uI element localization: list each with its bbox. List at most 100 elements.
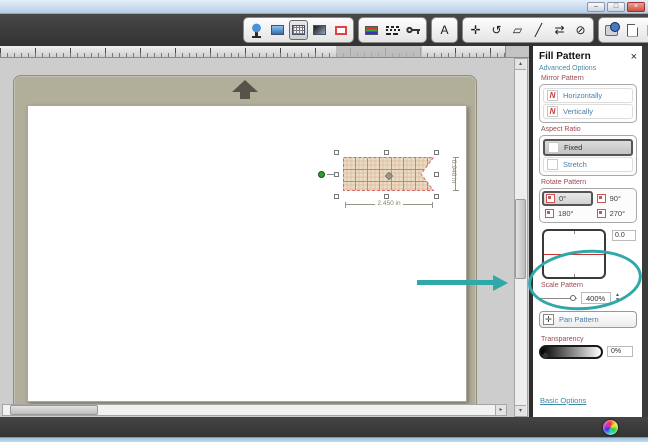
rotate-90-icon <box>597 194 606 203</box>
clock-badge-icon[interactable] <box>602 20 621 40</box>
height-dimension-label: 0.940 in <box>450 160 457 183</box>
vertical-scrollbar[interactable]: ▴ ▾ <box>514 58 528 417</box>
scale-pattern-label: Scale Pattern <box>541 282 637 289</box>
rotate-90-button[interactable]: 90° <box>594 191 635 206</box>
selection-handle[interactable] <box>434 194 439 199</box>
move-icon[interactable]: ✛ <box>466 20 485 40</box>
toolbar: A ✛ ↺ ▱ ╱ ⇄ ⊘ ✎ <box>0 14 648 46</box>
image-frame-icon[interactable] <box>644 20 648 40</box>
mirror-pattern-label: Mirror Pattern <box>541 75 637 82</box>
scale-step-down-icon[interactable]: ▼ <box>615 298 620 303</box>
canvas-area: 2.450 in 0.940 in ▸ ▴ ▾ <box>0 58 530 417</box>
rotate-0-label: 0° <box>559 194 566 203</box>
pan-pattern-label: Pan Pattern <box>559 315 599 324</box>
mirror-vertical-icon: N <box>547 106 558 117</box>
mirror-horizontally-label: Horizontally <box>563 91 602 100</box>
no-fill-swatch <box>335 26 347 35</box>
aspect-stretch-label: Stretch <box>563 160 587 169</box>
rotation-preview-row: 0.0 <box>539 229 637 279</box>
aspect-fixed-icon <box>548 142 559 153</box>
line-style-swatch <box>386 25 400 35</box>
fill-tool-group <box>243 17 354 43</box>
selection-handle[interactable] <box>334 150 339 155</box>
mirror-vertically-button[interactable]: N Vertically <box>543 104 633 119</box>
pin-icon[interactable] <box>247 20 266 40</box>
scale-pattern-row: 400% ▲ ▼ <box>539 292 637 304</box>
rotation-handle[interactable] <box>318 171 325 178</box>
fill-gradient-icon[interactable] <box>310 20 329 40</box>
mirror-pattern-group: N Horizontally N Vertically <box>539 84 637 123</box>
rotate-0-button[interactable]: 0° <box>542 191 593 206</box>
transparency-slider-thumb[interactable] <box>542 352 549 359</box>
line-color-icon[interactable] <box>362 20 381 40</box>
scale-value-field[interactable]: 400% <box>581 292 611 304</box>
toolbar-groups: A ✛ ↺ ▱ ╱ ⇄ ⊘ ✎ <box>243 17 648 43</box>
close-button[interactable]: × <box>627 2 645 12</box>
application-window: – □ × A ✛ ↺ ▱ <box>0 0 648 442</box>
horizontal-scrollbar-thumb[interactable] <box>10 405 98 415</box>
ruler-corner <box>505 46 530 57</box>
aspect-stretch-button[interactable]: Stretch <box>543 157 633 172</box>
scroll-up-icon[interactable]: ▴ <box>515 59 526 70</box>
mirror-horizontal-icon: N <box>547 90 558 101</box>
aspect-fixed-button[interactable]: Fixed <box>543 139 633 156</box>
ruler-ticks <box>0 46 530 57</box>
page-glyph <box>627 24 638 37</box>
rotate-icon[interactable]: ↺ <box>487 20 506 40</box>
basic-options-link[interactable]: Basic Options <box>540 396 586 405</box>
no-fill-icon[interactable] <box>331 20 350 40</box>
text-style-icon[interactable]: A <box>435 20 454 40</box>
scale-slider-thumb[interactable] <box>570 295 576 301</box>
panel-title: Fill Pattern <box>539 51 591 62</box>
horizontal-scrollbar[interactable]: ▸ <box>2 404 507 416</box>
transparency-slider[interactable] <box>539 345 603 359</box>
transparency-row: 0% <box>539 345 637 359</box>
selection-handle[interactable] <box>334 194 339 199</box>
no-transform-icon[interactable]: ⊘ <box>571 20 590 40</box>
shear-icon[interactable]: ▱ <box>508 20 527 40</box>
color-wheel-icon[interactable] <box>603 420 618 435</box>
horizontal-ruler <box>0 46 530 58</box>
fill-gradient-swatch <box>313 25 326 35</box>
key-glyph <box>406 25 421 35</box>
rotate-0-icon <box>546 194 555 203</box>
panel-close-icon[interactable]: × <box>631 52 637 62</box>
spacing-icon[interactable]: ⇄ <box>550 20 569 40</box>
rotation-preview-box[interactable] <box>542 229 606 279</box>
transparency-value-field[interactable]: 0% <box>607 346 633 357</box>
rotate-90-label: 90° <box>610 194 621 203</box>
line-weight-icon[interactable] <box>404 20 423 40</box>
scale-steppers: ▲ ▼ <box>615 293 620 303</box>
maximize-button[interactable]: □ <box>607 2 625 12</box>
fill-color-icon[interactable] <box>268 20 287 40</box>
selection-handle[interactable] <box>384 150 389 155</box>
aspect-fixed-label: Fixed <box>564 143 582 152</box>
transform-tool-group: ✛ ↺ ▱ ╱ ⇄ ⊘ <box>462 17 594 43</box>
pan-pattern-button[interactable]: ✛ Pan Pattern <box>539 311 637 328</box>
selected-shape-group: 2.450 in 0.940 in <box>310 146 470 221</box>
line-tool-group <box>358 17 427 43</box>
scroll-right-icon[interactable]: ▸ <box>495 405 506 415</box>
angle-value-field[interactable]: 0.0 <box>612 230 636 241</box>
pin-glyph <box>250 23 263 38</box>
page-corner-icon[interactable] <box>623 20 642 40</box>
line-color-swatch <box>365 26 378 35</box>
selection-handle[interactable] <box>434 150 439 155</box>
minimize-button[interactable]: – <box>587 2 605 12</box>
mirror-horizontally-button[interactable]: N Horizontally <box>543 88 633 103</box>
scroll-down-icon[interactable]: ▾ <box>515 405 526 416</box>
rotate-180-button[interactable]: 180° <box>542 207 593 220</box>
rotate-180-icon <box>545 209 554 218</box>
vertical-scrollbar-thumb[interactable] <box>515 199 526 279</box>
rotate-270-button[interactable]: 270° <box>594 207 635 220</box>
rotate-pattern-label: Rotate Pattern <box>541 179 637 186</box>
line-style-icon[interactable] <box>383 20 402 40</box>
draw-line-icon[interactable]: ╱ <box>529 20 548 40</box>
selection-handle[interactable] <box>384 194 389 199</box>
selection-handle[interactable] <box>434 172 439 177</box>
scale-slider[interactable] <box>539 294 577 303</box>
fill-pattern-icon[interactable] <box>289 20 308 40</box>
fill-pattern-swatch <box>292 25 305 35</box>
rotate-180-label: 180° <box>558 209 574 218</box>
text-tool-group: A <box>431 17 458 43</box>
